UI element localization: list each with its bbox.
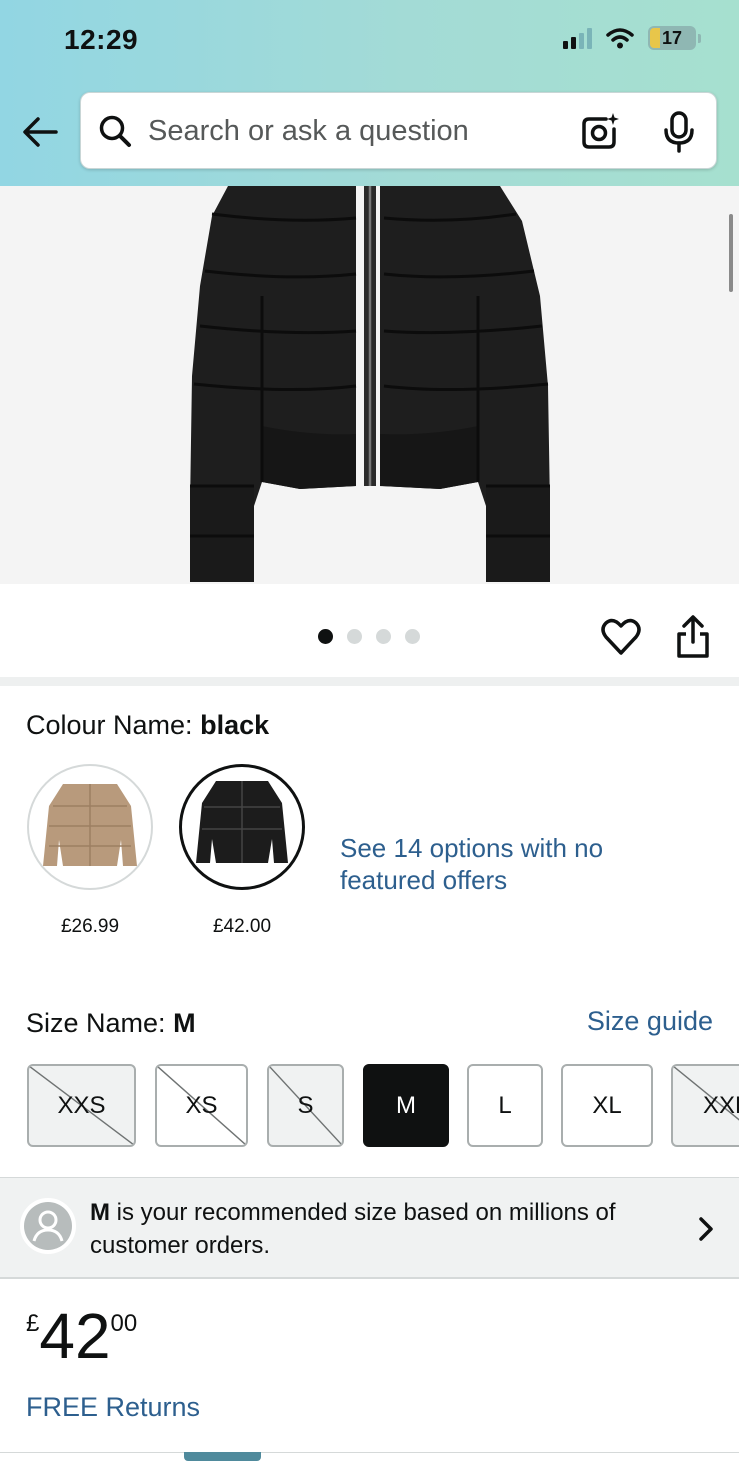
size-guide-link[interactable]: Size guide [587, 1006, 713, 1037]
recommendation-text: M is your recommended size based on mill… [90, 1199, 616, 1259]
person-icon [24, 1202, 72, 1250]
search-placeholder: Search or ask a question [148, 115, 469, 147]
battery-icon: 17 [648, 26, 696, 50]
carousel-dot[interactable] [376, 629, 391, 644]
jacket-thumbnail [196, 781, 288, 863]
carousel-dot[interactable] [318, 629, 333, 644]
battery-level: 17 [661, 27, 683, 48]
chevron-right-icon[interactable] [697, 1216, 715, 1242]
bottom-content-peek [0, 1452, 739, 1471]
size-selected: M [173, 1008, 196, 1038]
avatar [20, 1198, 76, 1254]
carousel-dot[interactable] [405, 629, 420, 644]
size-option-xs[interactable]: XS [155, 1064, 248, 1147]
carousel-dots[interactable] [318, 629, 420, 644]
price: £ 42 00 [26, 1300, 138, 1372]
status-time: 12:29 [64, 24, 139, 55]
mic-icon[interactable] [661, 111, 697, 153]
jacket-thumbnail [43, 784, 137, 866]
search-input[interactable]: Search or ask a question [80, 92, 717, 169]
colour-selected: black [200, 710, 270, 740]
carousel-dot[interactable] [347, 629, 362, 644]
wifi-icon [606, 28, 634, 49]
size-option-m[interactable]: M [363, 1064, 449, 1147]
section-divider [0, 677, 739, 686]
header: 12:29 17 Search or ask a question [0, 0, 739, 186]
size-recommendation[interactable]: M is your recommended size based on mill… [0, 1177, 739, 1279]
size-option-s[interactable]: S [267, 1064, 344, 1147]
bottom-sheet-handle[interactable] [184, 1452, 261, 1461]
status-icons: 17 [563, 26, 701, 50]
colour-swatch-tan[interactable] [27, 764, 153, 890]
product-image[interactable] [0, 186, 739, 584]
share-icon[interactable] [674, 614, 712, 660]
search-icon [99, 115, 131, 147]
see-options-link[interactable]: See 14 options with no featured offers [340, 832, 640, 896]
scroll-indicator [729, 214, 733, 292]
swatch-price: £26.99 [60, 916, 120, 937]
swatch-price: £42.00 [212, 916, 272, 937]
size-option-xl[interactable]: XL [561, 1064, 653, 1147]
size-option-l[interactable]: L [467, 1064, 543, 1147]
colour-label: Colour Name: black [26, 710, 270, 740]
size-label: Size Name: M [26, 1008, 196, 1038]
free-returns-link[interactable]: FREE Returns [26, 1392, 200, 1423]
heart-icon[interactable] [600, 616, 642, 658]
camera-icon[interactable] [579, 111, 621, 153]
back-arrow-icon[interactable] [20, 112, 60, 152]
size-option-xxs[interactable]: XXS [27, 1064, 136, 1147]
signal-icon [563, 27, 592, 49]
size-option-xxl[interactable]: XXL [671, 1064, 739, 1147]
jacket-image [190, 186, 550, 582]
colour-swatch-black[interactable] [179, 764, 305, 890]
